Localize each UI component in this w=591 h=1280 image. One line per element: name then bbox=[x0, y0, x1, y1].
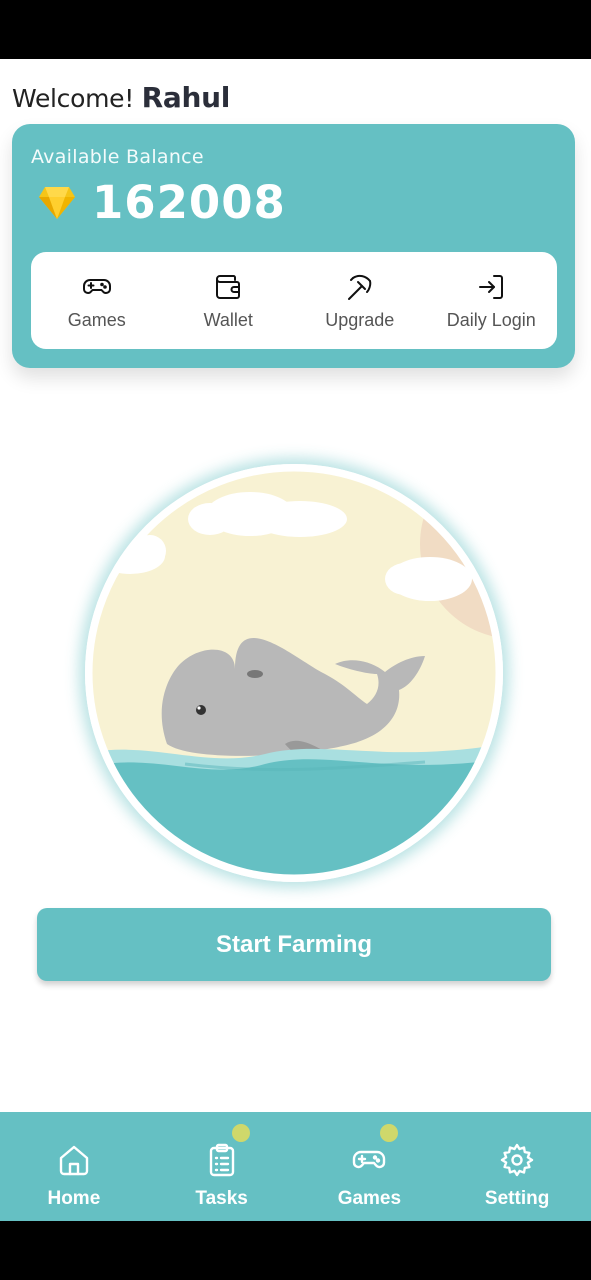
diamond-icon bbox=[39, 186, 75, 219]
start-farming-button[interactable]: Start Farming bbox=[37, 908, 551, 981]
gear-icon bbox=[500, 1143, 534, 1177]
app-screen: Welcome! Rahul Available Balance 162008 bbox=[0, 59, 591, 1221]
notification-badge bbox=[231, 1124, 250, 1142]
welcome-heading: Welcome! Rahul bbox=[12, 81, 230, 114]
bottom-nav: Home Tasks Games Setting bbox=[0, 1112, 591, 1221]
welcome-prefix: Welcome! bbox=[12, 84, 134, 113]
whale-illustration bbox=[85, 464, 503, 882]
nav-item-games[interactable]: Games bbox=[296, 1112, 444, 1221]
quick-action-label: Daily Login bbox=[446, 310, 536, 330]
quick-action-label: Wallet bbox=[203, 310, 253, 330]
clipboard-icon bbox=[209, 1143, 234, 1177]
gamepad-icon bbox=[353, 1150, 386, 1169]
nav-label: Setting bbox=[484, 1188, 550, 1209]
quick-action-label: Games bbox=[67, 310, 126, 330]
quick-action-daily-login[interactable]: Daily Login bbox=[426, 252, 558, 349]
quick-action-upgrade[interactable]: Upgrade bbox=[294, 252, 426, 349]
quick-action-games[interactable]: Games bbox=[31, 252, 163, 349]
quick-action-wallet[interactable]: Wallet bbox=[163, 252, 295, 349]
nav-item-home[interactable]: Home bbox=[0, 1112, 148, 1221]
wallet-icon bbox=[216, 275, 241, 299]
notification-badge bbox=[379, 1124, 398, 1142]
nav-label: Home bbox=[47, 1188, 101, 1209]
quick-actions: Games Wallet Upgrade Daily Login bbox=[31, 252, 557, 349]
user-name: Rahul bbox=[141, 81, 231, 114]
balance-value: 162008 bbox=[92, 176, 286, 229]
login-icon bbox=[479, 275, 504, 299]
nav-label: Tasks bbox=[195, 1188, 248, 1209]
balance-card: Available Balance 162008 Games Wallet Up… bbox=[12, 124, 575, 368]
nav-item-setting[interactable]: Setting bbox=[443, 1112, 591, 1221]
nav-item-tasks[interactable]: Tasks bbox=[148, 1112, 296, 1221]
quick-action-label: Upgrade bbox=[325, 310, 395, 330]
pickaxe-icon bbox=[347, 274, 371, 300]
home-icon bbox=[59, 1145, 89, 1176]
nav-label: Games bbox=[337, 1188, 402, 1209]
farm-visual[interactable] bbox=[85, 464, 503, 882]
balance-label: Available Balance bbox=[31, 146, 204, 168]
balance-row: 162008 bbox=[38, 176, 286, 229]
gamepad-icon bbox=[82, 279, 111, 294]
